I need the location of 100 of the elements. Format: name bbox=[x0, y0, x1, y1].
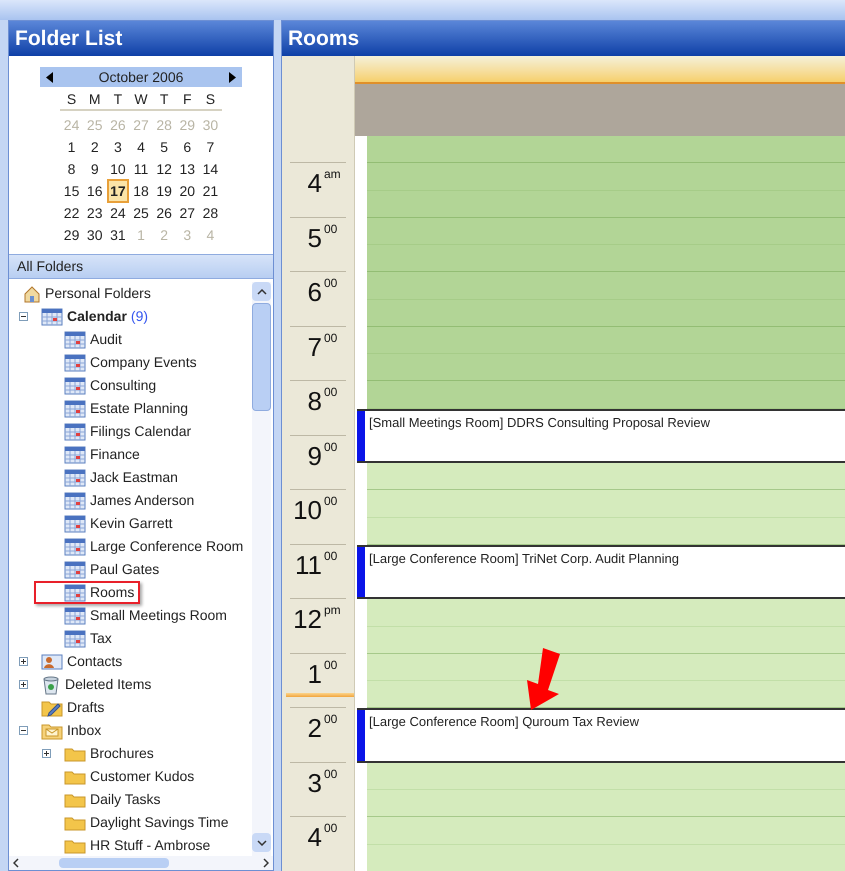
calendar-day[interactable]: 12 bbox=[153, 157, 175, 181]
right-arrow-icon bbox=[229, 72, 236, 82]
calendar-day[interactable]: 9 bbox=[88, 157, 102, 181]
left-arrow-icon bbox=[46, 72, 53, 82]
calendar-day[interactable]: 4 bbox=[134, 135, 148, 159]
calendar-day[interactable]: 13 bbox=[176, 157, 198, 181]
item-count: (9) bbox=[130, 307, 148, 326]
calendar-day[interactable]: 2 bbox=[88, 135, 102, 159]
time-slot[interactable] bbox=[367, 654, 845, 681]
folder-item[interactable]: Drafts bbox=[67, 697, 104, 718]
folder-item[interactable]: Paul Gates bbox=[90, 559, 160, 580]
folder-item[interactable]: Deleted Items bbox=[65, 674, 152, 695]
calendar-icon bbox=[64, 400, 86, 418]
minute-label: 00 bbox=[323, 766, 338, 781]
folder-item[interactable]: Finance bbox=[90, 444, 140, 465]
calendar-day[interactable]: 11 bbox=[130, 157, 152, 181]
folder-item[interactable]: Tax bbox=[90, 628, 112, 649]
folder-item[interactable]: Estate Planning bbox=[90, 398, 188, 419]
time-slot[interactable] bbox=[367, 463, 845, 490]
calendar-day[interactable]: 30 bbox=[84, 223, 106, 247]
time-slot[interactable] bbox=[367, 136, 845, 164]
hour-label: 1 bbox=[308, 658, 322, 690]
time-slot[interactable] bbox=[367, 626, 845, 654]
calendar-day[interactable]: 20 bbox=[176, 179, 198, 203]
vertical-scrollbar[interactable] bbox=[252, 282, 271, 856]
folder-item[interactable]: Personal Folders bbox=[45, 283, 151, 304]
calendar-day[interactable]: 27 bbox=[176, 201, 198, 225]
folder-item[interactable]: Calendar bbox=[67, 306, 127, 327]
folder-item[interactable]: Kevin Garrett bbox=[90, 513, 172, 534]
calendar-day[interactable]: 21 bbox=[200, 179, 222, 203]
scrollbar-thumb[interactable] bbox=[252, 303, 271, 411]
expand-icon[interactable] bbox=[19, 680, 28, 689]
expand-icon[interactable] bbox=[42, 749, 51, 758]
appointment[interactable]: [Large Conference Room] TriNet Corp. Audit Planning bbox=[357, 544, 845, 600]
calendar-day[interactable]: 19 bbox=[153, 179, 175, 203]
calendar-day[interactable]: 18 bbox=[130, 179, 152, 203]
house-icon bbox=[23, 284, 41, 302]
calendar-icon bbox=[64, 446, 86, 464]
folder-item[interactable]: HR Stuff - Ambrose bbox=[90, 835, 210, 856]
folder-item[interactable]: Inbox bbox=[67, 720, 102, 741]
folder-item[interactable]: Small Meetings Room bbox=[90, 605, 227, 626]
collapse-icon[interactable] bbox=[19, 726, 28, 735]
folder-item[interactable]: Daily Tasks bbox=[90, 789, 161, 810]
calendar-day[interactable]: 14 bbox=[200, 157, 222, 181]
time-slot[interactable] bbox=[367, 300, 845, 327]
minute-label: 00 bbox=[323, 494, 338, 508]
folder-item[interactable]: Company Events bbox=[90, 352, 197, 373]
time-slot[interactable] bbox=[367, 190, 845, 218]
calendar-day[interactable]: 3 bbox=[110, 135, 125, 159]
calendar-day[interactable]: 17 bbox=[107, 179, 129, 203]
calendar-day[interactable]: 24 bbox=[107, 201, 129, 225]
folder-item[interactable]: Jack Eastman bbox=[90, 467, 178, 488]
time-slot[interactable] bbox=[367, 354, 845, 382]
calendar-day[interactable]: 5 bbox=[157, 135, 172, 159]
calendar-day[interactable]: 10 bbox=[107, 157, 129, 181]
folder-item[interactable]: Audit bbox=[90, 329, 122, 350]
appointment[interactable]: [Large Conference Room] Quroum Tax Review bbox=[357, 708, 845, 763]
collapse-icon[interactable] bbox=[19, 312, 28, 321]
calendar-day[interactable]: 31 bbox=[107, 223, 129, 247]
expand-icon[interactable] bbox=[19, 657, 28, 666]
folder-item[interactable]: James Anderson bbox=[90, 490, 194, 511]
calendar-day[interactable]: 26 bbox=[153, 201, 175, 225]
folder-item[interactable]: Filings Calendar bbox=[90, 421, 192, 442]
calendar-day[interactable]: 16 bbox=[84, 179, 106, 203]
folder-item[interactable]: Consulting bbox=[90, 375, 156, 396]
calendar-day[interactable]: 22 bbox=[60, 201, 82, 225]
folder-item[interactable]: Customer Kudos bbox=[90, 766, 194, 787]
folder-item[interactable]: Daylight Savings Time bbox=[90, 812, 229, 833]
previous-month-button[interactable] bbox=[46, 72, 53, 82]
pane-title: Folder List bbox=[9, 21, 273, 56]
calendar-day[interactable]: 29 bbox=[60, 223, 82, 247]
next-month-button[interactable] bbox=[229, 72, 236, 82]
minute-label: 00 bbox=[323, 385, 338, 400]
calendar-day[interactable]: 15 bbox=[60, 179, 82, 203]
calendar-day[interactable]: 8 bbox=[64, 157, 78, 181]
calendar-day[interactable]: 28 bbox=[200, 201, 222, 225]
calendar-day[interactable]: 1 bbox=[64, 135, 78, 159]
time-slot[interactable] bbox=[367, 245, 845, 272]
folder-item[interactable]: Brochures bbox=[90, 743, 154, 764]
section-header: All Folders bbox=[9, 254, 273, 279]
scroll-left-icon bbox=[13, 858, 19, 868]
weekday-label: S bbox=[204, 90, 216, 109]
calendar-day[interactable]: 25 bbox=[130, 201, 152, 225]
folder-item[interactable]: Rooms bbox=[90, 582, 134, 603]
calendar-day[interactable]: 23 bbox=[84, 201, 106, 225]
folder-item[interactable]: Large Conference Room bbox=[90, 536, 244, 557]
calendar-day[interactable]: 7 bbox=[204, 135, 218, 159]
time-slot[interactable] bbox=[367, 681, 845, 708]
time-slot[interactable] bbox=[367, 518, 845, 545]
appointment[interactable]: [Small Meetings Room] DDRS Consulting Proposal Review bbox=[357, 408, 845, 463]
time-slot[interactable] bbox=[367, 790, 845, 818]
scrollbar-thumb[interactable] bbox=[59, 858, 169, 868]
hour-label: 11 bbox=[295, 548, 322, 581]
minute-label: 00 bbox=[323, 821, 338, 836]
calendar-icon bbox=[64, 584, 86, 602]
calendar-day[interactable]: 6 bbox=[180, 135, 194, 159]
horizontal-scrollbar[interactable] bbox=[9, 856, 273, 870]
folder-icon bbox=[64, 814, 86, 830]
hour-label: 2 bbox=[308, 712, 322, 744]
folder-item[interactable]: Contacts bbox=[67, 651, 122, 672]
